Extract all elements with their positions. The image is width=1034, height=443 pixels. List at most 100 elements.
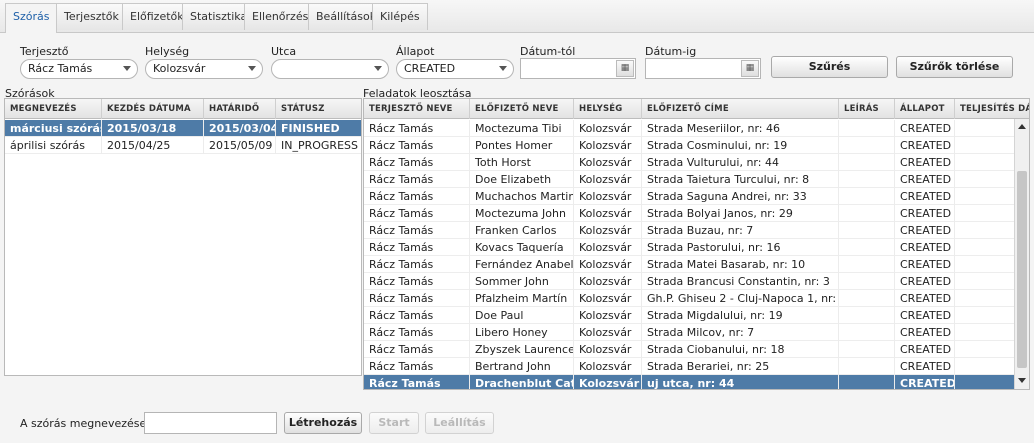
- helyseg-label: Helység: [145, 45, 190, 58]
- table-cell: Rácz Tamás: [364, 154, 470, 171]
- table-cell: CREATED: [895, 375, 955, 389]
- table-cell: Kolozsvár: [574, 188, 642, 205]
- tab-kilepes[interactable]: Kilépés: [372, 3, 428, 30]
- utca-select[interactable]: [271, 59, 389, 79]
- table-row[interactable]: Rácz Tamás Fernández Anabela Kolozsvár Stra…: [364, 256, 1016, 273]
- column-header[interactable]: LEÍRÁS: [839, 99, 895, 119]
- szoras-name-label: A szórás megnevezése:: [20, 417, 150, 430]
- table-cell: [839, 324, 895, 341]
- column-header[interactable]: STÁTUSZ: [276, 99, 361, 119]
- table-cell: Moctezuma Tibi: [470, 120, 574, 137]
- scroll-down-icon[interactable]: [1018, 378, 1026, 383]
- column-header[interactable]: HATÁRIDŐ: [204, 99, 276, 119]
- start-button[interactable]: Start: [369, 412, 419, 434]
- table-row[interactable]: Rácz Tamás Bertrand John Kolozsvár Strada B…: [364, 358, 1016, 375]
- table-cell: CREATED: [895, 222, 955, 239]
- table-row[interactable]: Rácz Tamás Franken Carlos Kolozsvár Strada …: [364, 222, 1016, 239]
- table-cell: Moctezuma John: [470, 205, 574, 222]
- vertical-scrollbar[interactable]: [1014, 119, 1029, 389]
- filter-button[interactable]: Szűrés: [771, 56, 888, 78]
- table-cell: Rácz Tamás: [364, 171, 470, 188]
- column-header[interactable]: TERJESZTŐ NEVE: [364, 99, 470, 119]
- table-row[interactable]: Rácz Tamás Pontes Homer Kolozsvár Strada Co…: [364, 137, 1016, 154]
- table-cell: CREATED: [895, 358, 955, 375]
- table-cell: Muchachos Martine: [470, 188, 574, 205]
- table-cell: Strada Taietura Turcului, nr: 8: [642, 171, 839, 188]
- stop-button[interactable]: Leállítás: [425, 412, 494, 434]
- table-cell: [839, 375, 895, 389]
- column-header[interactable]: KEZDÉS DÁTUMA: [102, 99, 204, 119]
- table-cell: Rácz Tamás: [364, 358, 470, 375]
- table-cell: Strada Brancusi Constantin, nr: 3: [642, 273, 839, 290]
- table-cell: Kolozsvár: [574, 290, 642, 307]
- table-row[interactable]: Rácz Tamás Pfalzheim Martín Kolozsvár Gh.P.…: [364, 290, 1016, 307]
- table-cell: Kolozsvár: [574, 375, 642, 389]
- table-cell: [839, 239, 895, 256]
- table-cell: Rácz Tamás: [364, 256, 470, 273]
- table-cell: [839, 154, 895, 171]
- datum-ig-label: Dátum-ig: [645, 45, 697, 58]
- datum-ig-input[interactable]: ▦: [645, 58, 761, 79]
- table-cell: [839, 222, 895, 239]
- table-row[interactable]: Rácz Tamás Toth Horst Kolozsvár Strada Vult…: [364, 154, 1016, 171]
- table-row[interactable]: Rácz Tamás Kovacs Taquería Kolozsvár Strada…: [364, 239, 1016, 256]
- terjeszto-label: Terjesztő: [20, 45, 69, 58]
- table-cell: Kovacs Taquería: [470, 239, 574, 256]
- datum-tol-label: Dátum-tól: [520, 45, 576, 58]
- table-cell: CREATED: [895, 290, 955, 307]
- table-row[interactable]: Rácz Tamás Doe Elizabeth Kolozsvár Strada T…: [364, 171, 1016, 188]
- table-cell: uj utca, nr: 44: [642, 375, 839, 389]
- table-cell: Strada Milcov, nr: 7: [642, 324, 839, 341]
- calendar-icon[interactable]: ▦: [616, 60, 634, 77]
- helyseg-value: Kolozsvár: [153, 62, 206, 75]
- table-cell: Strada Berariei, nr: 25: [642, 358, 839, 375]
- table-cell: Rácz Tamás: [364, 188, 470, 205]
- table-row[interactable]: Rácz Tamás Libero Honey Kolozsvár Strada Mi…: [364, 324, 1016, 341]
- calendar-icon[interactable]: ▦: [741, 60, 759, 77]
- allapot-select[interactable]: CREATED: [396, 59, 514, 79]
- helyseg-select[interactable]: Kolozsvár: [145, 59, 263, 79]
- table-row[interactable]: Rácz Tamás Muchachos Martine Kolozsvár Stra…: [364, 188, 1016, 205]
- terjeszto-select[interactable]: Rácz Tamás: [20, 59, 138, 79]
- table-cell: CREATED: [895, 205, 955, 222]
- table-cell: Fernández Anabela: [470, 256, 574, 273]
- table-cell: Gh.P. Ghiseu 2 - Cluj-Napoca 1, nr: 30: [642, 290, 839, 307]
- column-header[interactable]: ELŐFIZETŐ NEVE: [470, 99, 574, 119]
- table-row[interactable]: Rácz Tamás Sommer John Kolozsvár Strada Bra…: [364, 273, 1016, 290]
- column-header[interactable]: HELYSÉG: [574, 99, 642, 119]
- clear-filters-button[interactable]: Szűrők törlése: [896, 56, 1013, 78]
- column-header[interactable]: TELJESÍTÉS DÁ: [955, 99, 1029, 119]
- column-header[interactable]: ELŐFIZETŐ CÍME: [642, 99, 839, 119]
- table-row[interactable]: Rácz Tamás Moctezuma John Kolozsvár Strada …: [364, 205, 1016, 222]
- column-header[interactable]: ÁLLAPOT: [895, 99, 955, 119]
- table-cell: [839, 256, 895, 273]
- table-row[interactable]: Rácz TamásDrachenblut CatherineKolozsvár…: [364, 375, 1016, 389]
- scroll-thumb[interactable]: [1017, 171, 1027, 368]
- table-cell: Rácz Tamás: [364, 222, 470, 239]
- table-cell: Strada Buzau, nr: 7: [642, 222, 839, 239]
- table-cell: Kolozsvár: [574, 154, 642, 171]
- table-row[interactable]: Rácz Tamás Doe Paul Kolozsvár Strada Migdal…: [364, 307, 1016, 324]
- table-cell: Doe Paul: [470, 307, 574, 324]
- create-button[interactable]: Létrehozás: [284, 412, 362, 434]
- tab-terjesztok[interactable]: Terjesztők: [56, 3, 127, 30]
- scroll-up-icon[interactable]: [1018, 124, 1026, 129]
- table-cell: Kolozsvár: [574, 137, 642, 154]
- szoras-name-input[interactable]: [144, 412, 277, 434]
- table-cell: CREATED: [895, 171, 955, 188]
- tab-szoras[interactable]: Szórás: [5, 3, 58, 33]
- datum-tol-input[interactable]: ▦: [520, 58, 636, 79]
- chevron-down-icon: [499, 66, 507, 71]
- table-cell: Kolozsvár: [574, 358, 642, 375]
- tab-ellenorzes[interactable]: Ellenőrzés: [244, 3, 317, 30]
- table-row[interactable]: Rácz Tamás Moctezuma Tibi Kolozsvár Strada …: [364, 120, 1016, 137]
- table-row[interactable]: márciusi szórás cj 2015/03/18 2015/03/04…: [5, 120, 361, 137]
- table-cell: Rácz Tamás: [364, 205, 470, 222]
- table-row[interactable]: Rácz Tamás Zbyszek Laurence Kolozsvár Strad…: [364, 341, 1016, 358]
- table-cell: Franken Carlos: [470, 222, 574, 239]
- column-header[interactable]: MEGNEVEZÉS: [5, 99, 102, 119]
- table-cell: Zbyszek Laurence: [470, 341, 574, 358]
- table-cell: [839, 188, 895, 205]
- table-row[interactable]: áprilisi szórás 2015/04/25 2015/05/09 IN…: [5, 137, 361, 154]
- table-cell: áprilisi szórás: [5, 137, 102, 154]
